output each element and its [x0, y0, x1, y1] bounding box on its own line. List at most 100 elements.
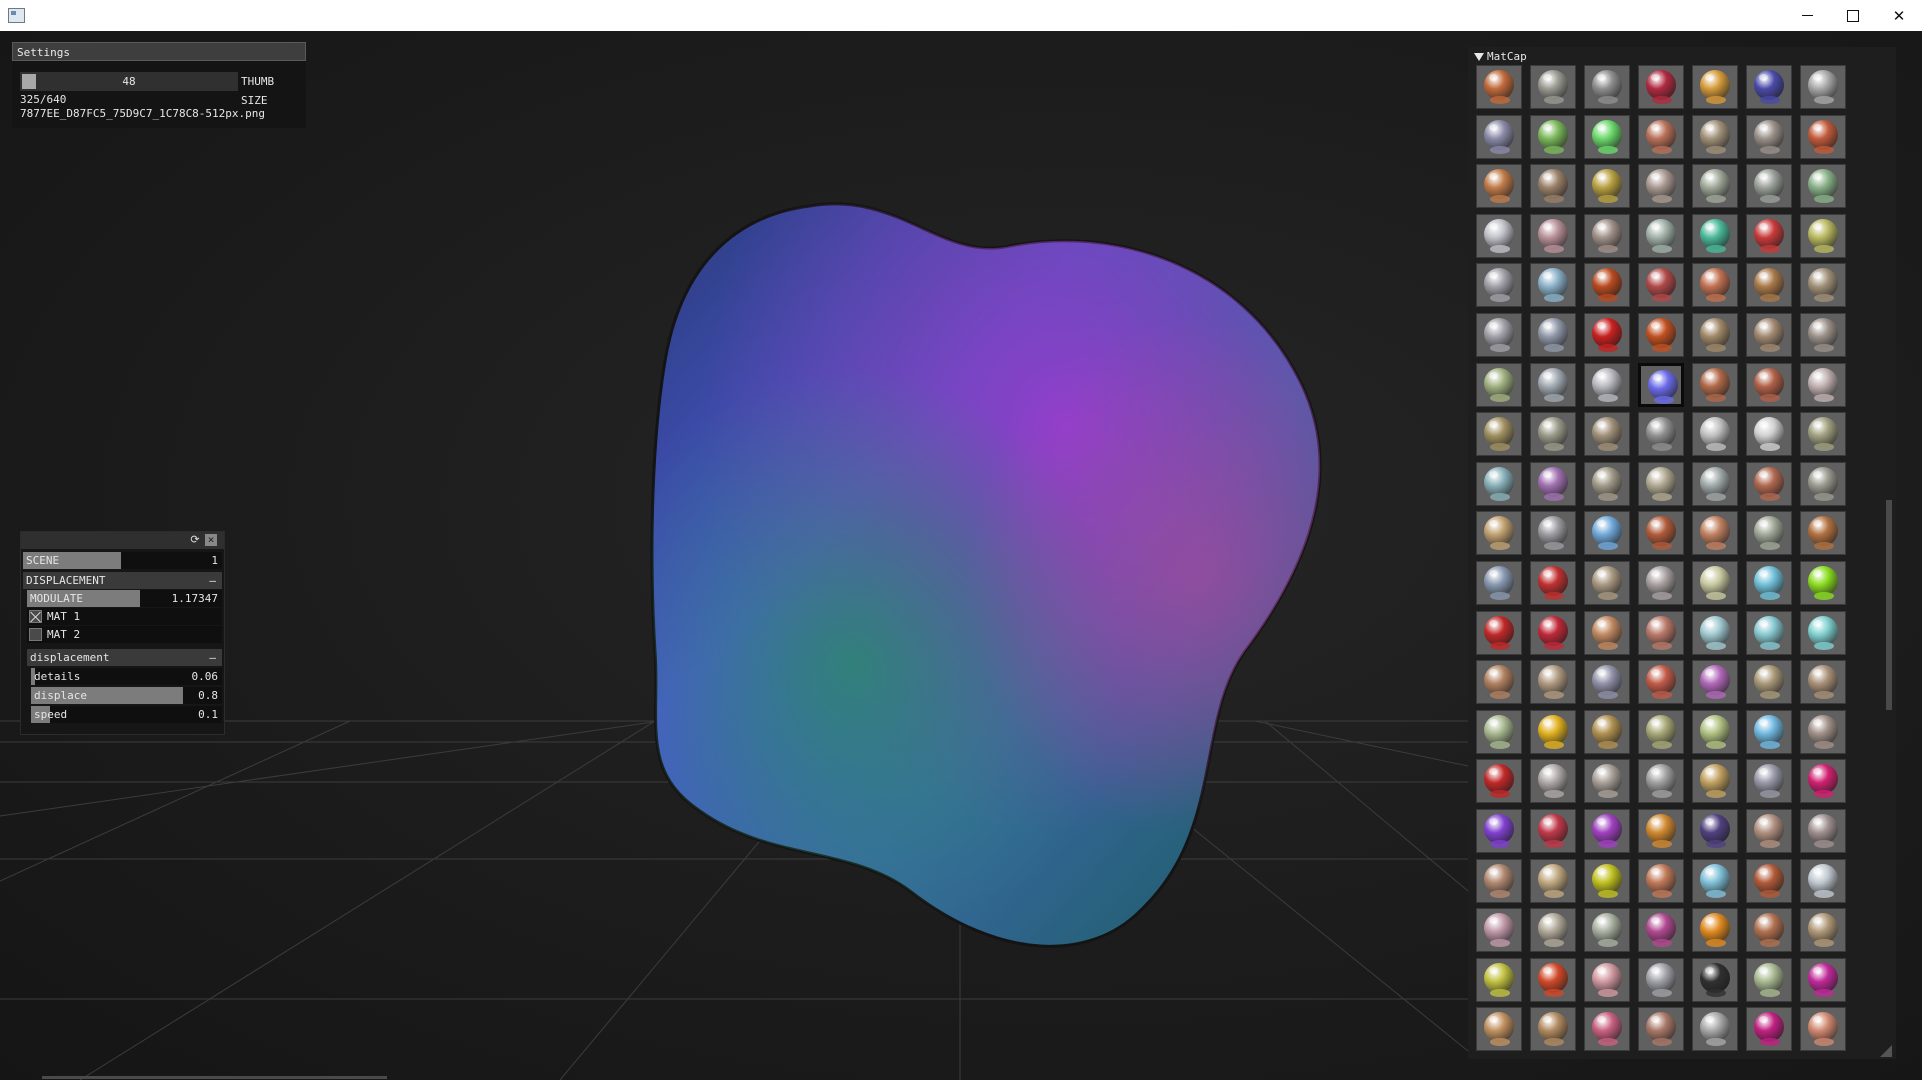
- matcap-thumbnail[interactable]: [1530, 908, 1576, 952]
- matcap-thumbnail[interactable]: [1638, 511, 1684, 555]
- mat2-checkbox[interactable]: [29, 628, 42, 641]
- matcap-thumbnail[interactable]: [1476, 214, 1522, 258]
- matcap-thumbnail[interactable]: [1746, 958, 1792, 1002]
- horizontal-scrollbar[interactable]: [42, 1076, 387, 1079]
- matcap-thumbnail[interactable]: [1584, 958, 1630, 1002]
- matcap-thumbnail[interactable]: [1638, 1007, 1684, 1051]
- matcap-thumbnail[interactable]: [1530, 164, 1576, 208]
- matcap-thumbnail[interactable]: [1530, 561, 1576, 605]
- matcap-thumbnail[interactable]: [1476, 65, 1522, 109]
- matcap-thumbnail[interactable]: [1692, 313, 1738, 357]
- matcap-thumbnail[interactable]: [1638, 611, 1684, 655]
- matcap-thumbnail[interactable]: [1584, 660, 1630, 704]
- close-button[interactable]: ✕: [1876, 0, 1922, 31]
- close-icon[interactable]: ×: [205, 534, 217, 546]
- matcap-thumbnail[interactable]: [1746, 561, 1792, 605]
- matcap-thumbnail[interactable]: [1692, 561, 1738, 605]
- matcap-thumbnail[interactable]: [1692, 611, 1738, 655]
- matcap-thumbnail[interactable]: [1530, 214, 1576, 258]
- matcap-thumbnail[interactable]: [1692, 115, 1738, 159]
- matcap-thumbnail[interactable]: [1800, 1007, 1846, 1051]
- matcap-thumbnail[interactable]: [1584, 1007, 1630, 1051]
- matcap-thumbnail[interactable]: [1476, 263, 1522, 307]
- matcap-thumbnail[interactable]: [1530, 859, 1576, 903]
- matcap-thumbnail[interactable]: [1584, 511, 1630, 555]
- matcap-thumbnail[interactable]: [1800, 263, 1846, 307]
- matcap-scrollbar[interactable]: [1886, 500, 1892, 710]
- matcap-thumbnail[interactable]: [1530, 462, 1576, 506]
- matcap-thumbnail[interactable]: [1746, 363, 1792, 407]
- matcap-thumbnail[interactable]: [1800, 511, 1846, 555]
- matcap-thumbnail[interactable]: [1530, 809, 1576, 853]
- matcap-thumbnail[interactable]: [1800, 611, 1846, 655]
- matcap-thumbnail[interactable]: [1800, 859, 1846, 903]
- matcap-thumbnail[interactable]: [1476, 412, 1522, 456]
- matcap-thumbnail[interactable]: [1476, 115, 1522, 159]
- matcap-thumbnail[interactable]: [1638, 859, 1684, 903]
- matcap-thumbnail[interactable]: [1476, 511, 1522, 555]
- matcap-thumbnail[interactable]: [1476, 710, 1522, 754]
- matcap-thumbnail[interactable]: [1638, 263, 1684, 307]
- matcap-thumbnail[interactable]: [1638, 660, 1684, 704]
- matcap-thumbnail[interactable]: [1530, 412, 1576, 456]
- matcap-thumbnail[interactable]: [1692, 759, 1738, 803]
- matcap-thumbnail[interactable]: [1638, 809, 1684, 853]
- matcap-thumbnail[interactable]: [1476, 660, 1522, 704]
- matcap-header[interactable]: MatCap: [1474, 50, 1527, 64]
- matcap-thumbnail[interactable]: [1746, 660, 1792, 704]
- matcap-thumbnail[interactable]: [1692, 710, 1738, 754]
- matcap-thumbnail[interactable]: [1746, 313, 1792, 357]
- matcap-thumbnail[interactable]: [1692, 65, 1738, 109]
- matcap-thumbnail[interactable]: [1746, 611, 1792, 655]
- matcap-thumbnail[interactable]: [1800, 313, 1846, 357]
- matcap-thumbnail[interactable]: [1746, 462, 1792, 506]
- matcap-thumbnail[interactable]: [1476, 908, 1522, 952]
- matcap-thumbnail[interactable]: [1638, 65, 1684, 109]
- matcap-thumbnail[interactable]: [1638, 759, 1684, 803]
- collapse-icon[interactable]: –: [209, 649, 216, 666]
- matcap-thumbnail[interactable]: [1746, 164, 1792, 208]
- thumb-size-slider[interactable]: 48: [20, 72, 238, 91]
- matcap-thumbnail[interactable]: [1692, 859, 1738, 903]
- matcap-thumbnail[interactable]: [1530, 65, 1576, 109]
- matcap-thumbnail[interactable]: [1584, 115, 1630, 159]
- refresh-icon[interactable]: ⟳: [189, 534, 201, 546]
- matcap-thumbnail[interactable]: [1800, 363, 1846, 407]
- matcap-thumbnail[interactable]: [1746, 412, 1792, 456]
- displacement-subgroup-header[interactable]: displacement –: [27, 649, 222, 666]
- matcap-thumbnail[interactable]: [1530, 1007, 1576, 1051]
- matcap-thumbnail[interactable]: [1746, 263, 1792, 307]
- matcap-thumbnail[interactable]: [1530, 263, 1576, 307]
- matcap-thumbnail[interactable]: [1692, 1007, 1738, 1051]
- matcap-thumbnail[interactable]: [1746, 809, 1792, 853]
- matcap-thumbnail[interactable]: [1800, 164, 1846, 208]
- matcap-thumbnail[interactable]: [1476, 313, 1522, 357]
- matcap-thumbnail[interactable]: [1476, 859, 1522, 903]
- matcap-thumbnail[interactable]: [1692, 363, 1738, 407]
- matcap-thumbnail[interactable]: [1692, 164, 1738, 208]
- matcap-thumbnail[interactable]: [1530, 511, 1576, 555]
- matcap-thumbnail[interactable]: [1800, 759, 1846, 803]
- matcap-thumbnail[interactable]: [1746, 115, 1792, 159]
- matcap-thumbnail[interactable]: [1638, 462, 1684, 506]
- matcap-thumbnail[interactable]: [1476, 1007, 1522, 1051]
- collapse-triangle-icon[interactable]: [1474, 53, 1484, 61]
- matcap-thumbnail[interactable]: [1746, 710, 1792, 754]
- matcap-thumbnail[interactable]: [1638, 908, 1684, 952]
- matcap-thumbnail[interactable]: [1800, 710, 1846, 754]
- matcap-thumbnail[interactable]: [1476, 462, 1522, 506]
- matcap-thumbnail[interactable]: [1692, 462, 1738, 506]
- matcap-thumbnail[interactable]: [1584, 65, 1630, 109]
- matcap-thumbnail[interactable]: [1746, 859, 1792, 903]
- matcap-thumbnail[interactable]: [1638, 412, 1684, 456]
- matcap-thumbnail[interactable]: [1638, 958, 1684, 1002]
- matcap-thumbnail[interactable]: [1800, 412, 1846, 456]
- matcap-thumbnail[interactable]: [1800, 65, 1846, 109]
- matcap-thumbnail[interactable]: [1476, 759, 1522, 803]
- matcap-thumbnail[interactable]: [1530, 363, 1576, 407]
- matcap-thumbnail[interactable]: [1746, 65, 1792, 109]
- matcap-thumbnail[interactable]: [1692, 809, 1738, 853]
- matcap-thumbnail[interactable]: [1584, 412, 1630, 456]
- matcap-thumbnail[interactable]: [1692, 660, 1738, 704]
- matcap-thumbnail[interactable]: [1638, 561, 1684, 605]
